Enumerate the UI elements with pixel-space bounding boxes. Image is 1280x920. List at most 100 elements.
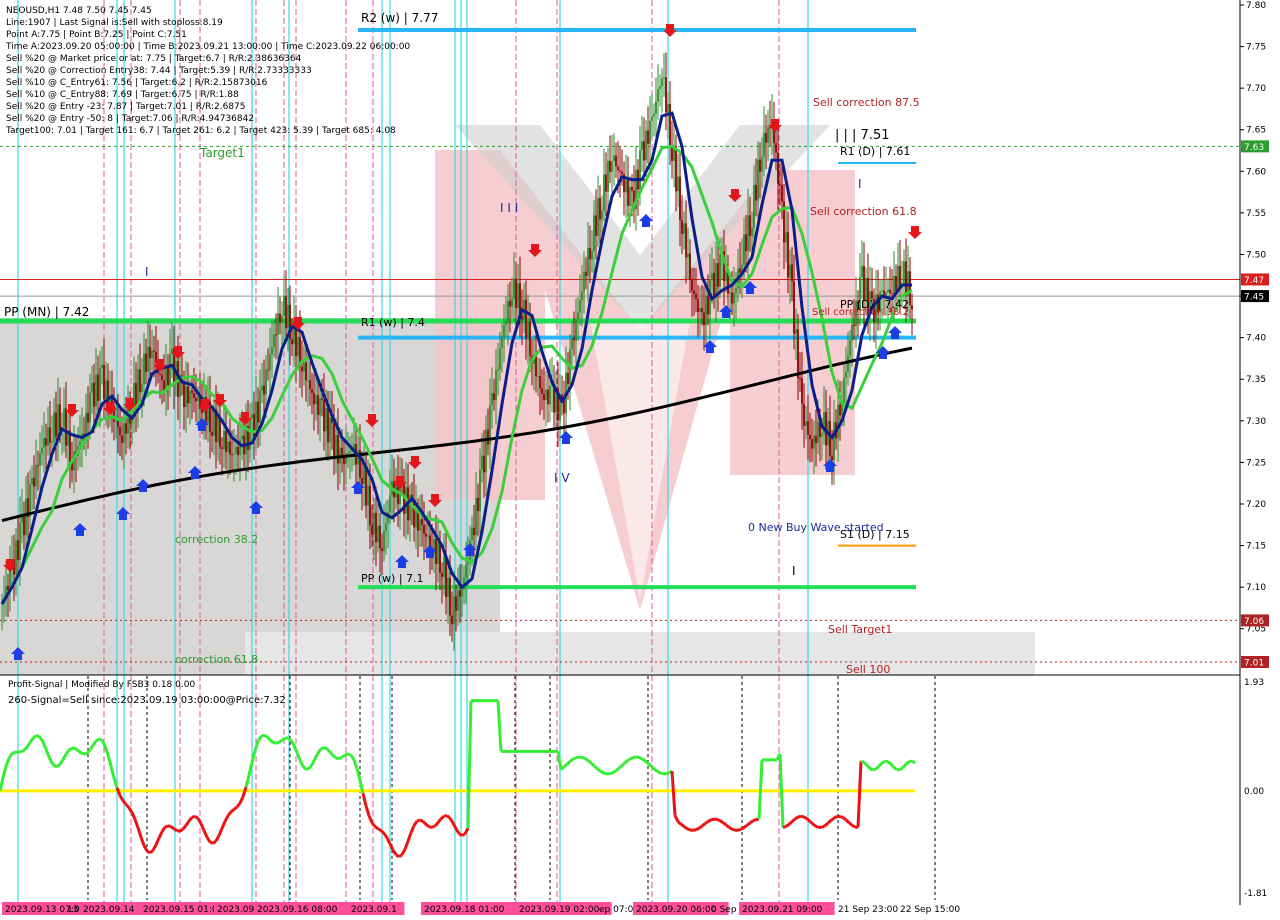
oscillator-segment <box>338 755 343 760</box>
price-tick-label: 7.60 <box>1246 167 1266 177</box>
label-wave-i: I <box>145 265 149 279</box>
candle-body <box>617 166 619 171</box>
candle-body <box>543 393 545 401</box>
candle-body <box>297 336 299 357</box>
candle-body <box>259 390 261 423</box>
candle-body <box>123 423 125 443</box>
candle-body <box>749 215 751 236</box>
info-line: Time A:2023.09.20 05:00:00 | Time B:2023… <box>5 42 410 52</box>
oscillator-segment <box>377 827 382 832</box>
oscillator-segment <box>589 761 596 767</box>
candle-body <box>367 485 369 506</box>
trading-chart: R2 (w) | 7.77 R1 (w) | 7.4 PP (MN) | 7.42 P… <box>0 0 1269 915</box>
candle-body <box>775 143 777 153</box>
candle-body <box>585 271 587 276</box>
candle-body <box>237 447 239 456</box>
info-line: Sell %20 @ Market price or at: 7.75 | Ta… <box>6 54 302 64</box>
candle-body <box>763 132 765 157</box>
oscillator-segment <box>740 826 745 831</box>
candle-body <box>49 427 51 443</box>
oscillator-segment <box>646 762 653 768</box>
candle-body <box>143 353 145 385</box>
oscillator-segment <box>797 814 802 819</box>
candle-body <box>603 174 605 211</box>
candle-body <box>41 447 43 454</box>
candle-body <box>701 307 703 313</box>
candle-body <box>461 589 463 597</box>
oscillator-segment <box>749 819 754 825</box>
candle-body <box>735 288 737 293</box>
candle-body <box>151 350 153 359</box>
oscillator-segment <box>728 826 733 831</box>
candle-body <box>443 557 445 577</box>
candle-body <box>159 373 161 375</box>
candle-body <box>643 141 645 161</box>
candle-body <box>677 176 679 192</box>
candle-body <box>511 298 513 307</box>
candle-body <box>371 525 373 535</box>
candle-body <box>685 223 687 258</box>
candle-body <box>167 366 169 386</box>
candle-body <box>535 355 537 377</box>
candle-body <box>601 210 603 220</box>
candle-body <box>599 197 601 220</box>
price-tag-label: 7.06 <box>1244 617 1264 627</box>
oscillator-segment <box>173 827 178 833</box>
candle-body <box>663 77 665 79</box>
candle-body <box>777 152 779 184</box>
candle-body <box>63 408 65 428</box>
candle-body <box>655 101 657 114</box>
oscillator-segment <box>638 756 643 761</box>
oscillator-segment <box>826 819 833 825</box>
candle-body <box>137 369 139 406</box>
oscillator-segment <box>665 771 670 776</box>
candle-body <box>347 452 349 454</box>
candle-body <box>455 596 457 611</box>
oscillator-segment <box>569 758 574 763</box>
oscillator-segment <box>341 753 346 759</box>
candle-body <box>753 184 755 228</box>
indicator-axis-label: 0.00 <box>1244 787 1264 797</box>
candle-body <box>193 393 195 398</box>
candle-body <box>581 291 583 301</box>
candle-body <box>229 441 231 455</box>
oscillator-segment <box>263 733 268 739</box>
price-tick-label: 7.75 <box>1246 43 1266 53</box>
candle-body <box>719 254 721 287</box>
candle-body <box>145 353 147 372</box>
time-tick-label: 2023.09.18 01:00 <box>424 905 505 915</box>
oscillator-segment <box>659 771 664 776</box>
candle-body <box>273 334 275 347</box>
candle-body <box>369 485 371 526</box>
candle-body <box>325 407 327 432</box>
candle-body <box>53 412 55 442</box>
candle-body <box>687 253 689 258</box>
time-tick-label: 2023.09 <box>217 905 254 915</box>
oscillator-segment <box>170 825 175 831</box>
candle-body <box>427 535 429 537</box>
oscillator-segment <box>695 826 700 832</box>
candle-body <box>549 385 551 405</box>
candle-body <box>313 393 315 405</box>
oscillator-segment <box>698 824 703 830</box>
time-tick-label: 2023.09.19 02:00 <box>519 905 600 915</box>
candle-body <box>349 451 351 453</box>
candle-body <box>845 372 847 378</box>
candle-body <box>265 369 267 395</box>
candle-body <box>59 404 61 431</box>
candle-body <box>807 421 809 435</box>
candle-body <box>183 383 185 408</box>
oscillator-segment <box>623 759 628 765</box>
label-sell-100: Sell 100 <box>846 663 890 676</box>
oscillator-segment <box>596 767 601 773</box>
candle-body <box>57 404 59 437</box>
label-r1d: R1 (D) | 7.61 <box>840 145 910 158</box>
oscillator-segment <box>722 821 727 827</box>
info-line: Sell %20 @ Correction Entry38: 7.44 | Ta… <box>6 66 312 76</box>
candle-body <box>695 293 697 300</box>
oscillator-segment <box>815 824 820 829</box>
oscillator-segment <box>281 736 286 742</box>
candle-body <box>115 420 117 422</box>
oscillator-segment <box>839 814 844 819</box>
candle-body <box>495 370 497 401</box>
